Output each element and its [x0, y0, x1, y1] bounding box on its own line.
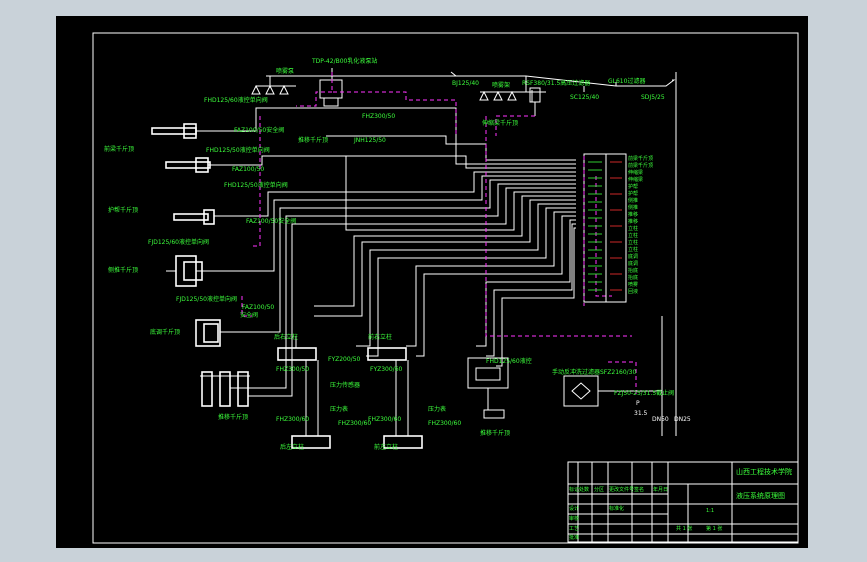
tb-cell: 工艺 — [569, 526, 580, 532]
manifold-label: 推移 — [628, 219, 639, 225]
label-pipe-v1: FYZ200/50 — [328, 356, 361, 363]
label-check-1: 压力表 — [330, 406, 349, 413]
label-valve-b: SC125/40 — [570, 94, 600, 101]
label-layer: .t { position:absolute; font-size:6px; c… — [56, 16, 808, 548]
label-v-bl: FHZ300/60 — [276, 416, 310, 423]
tb-cell: 标准化 — [609, 506, 625, 512]
label-v-br: FHZ300/60 — [368, 416, 402, 423]
manifold-label: 护帮 — [628, 184, 639, 190]
label-jack-balance: 侧推千斤顶 — [108, 267, 139, 274]
label-safe-mid2: FAZ100/50 — [232, 166, 265, 173]
manifold-label: 立柱 — [628, 233, 639, 239]
label-valve-a: BJ125/40 — [452, 80, 479, 87]
tb-cell: 更改文件号 — [609, 487, 635, 493]
label-jack-push: 推移千斤顶 — [480, 430, 511, 437]
label-jack-raise: 前梁千斤顶 — [104, 146, 135, 153]
label-small4: FHZ300/60 — [428, 420, 462, 427]
label-rv-left: FJD125/60液控单向阀 — [148, 239, 209, 246]
label-safe-mid: JNH125/50 — [354, 137, 386, 144]
label-jack-fpu: 推移千斤顶 — [298, 137, 329, 144]
manifold-label: 侧推 — [628, 198, 639, 204]
tb-cell: 分区 — [594, 487, 605, 493]
manifold-label: 侧推 — [628, 205, 639, 211]
label-filter: RSF380/31.5高压过滤器 — [522, 80, 591, 87]
label-safe-mid3: FAZ100/50安全阀 — [246, 218, 297, 225]
label-col-bl: 后左立柱 — [280, 444, 305, 451]
manifold-label: 抬底 — [628, 275, 639, 281]
tb-cell: 签名 — [634, 487, 645, 493]
manifold-label: 推移 — [628, 212, 639, 218]
manifold-label: 立柱 — [628, 240, 639, 246]
manifold-label: 回液 — [628, 289, 639, 295]
label-valve-d: SDJ5/25 — [641, 94, 665, 101]
manifold-label: 立柱 — [628, 247, 639, 253]
tb-cell: 标记 — [569, 487, 580, 493]
cad-canvas: .t { position:absolute; font-size:6px; c… — [56, 16, 808, 548]
label-jack-side: 伸缩梁千斤顶 — [482, 120, 519, 127]
label-p2: 31.5 — [634, 410, 648, 417]
title-drawing-name: 液压系统原理图 — [736, 492, 785, 500]
title-scale: 1:1 — [706, 508, 715, 514]
label-check-2: 压力表 — [428, 406, 447, 413]
manifold-label: 前梁千斤顶 — [628, 163, 654, 169]
manifold-label: 抬底 — [628, 268, 639, 274]
label-manual-note: 手动反冲洗过滤器SFZ2160/30 — [552, 369, 637, 376]
title-sheet: 共 1 张 — [676, 526, 693, 532]
label-jack-leg: 推移千斤顶 — [218, 414, 249, 421]
manifold-label: 伸缩梁 — [628, 177, 644, 183]
manifold-label: 底调 — [628, 261, 639, 267]
label-rv-low: FJD125/50液控单向阀 — [176, 296, 237, 303]
label-unit-right: GL610过滤器 — [608, 78, 646, 85]
label-front-col-r: 前右立柱 — [368, 334, 393, 341]
label-jack-protect: 护帮千斤顶 — [108, 207, 139, 214]
label-p1: P — [636, 400, 640, 407]
label-fhj-mid: FHZ300/50 — [362, 113, 396, 120]
label-relief-1: FHD125/50液控单向阀 — [224, 182, 288, 189]
manifold-label: 前梁千斤顶 — [628, 156, 654, 162]
label-pipe-v2: FYZ300/60 — [370, 366, 403, 373]
tb-cell: 设计 — [569, 506, 580, 512]
label-dn-right: DN25 — [674, 416, 691, 423]
manifold-label: 喷雾 — [628, 282, 639, 288]
label-dn-left: DN50 — [652, 416, 669, 423]
label-safe-word: 安全阀 — [240, 312, 259, 319]
label-rv-mid: FHD125/50液控单向阀 — [206, 147, 270, 154]
manifold-label: 底调 — [628, 254, 639, 260]
label-rv-top: FHD125/60液控单向阀 — [204, 97, 268, 104]
label-small1: FHZ300/50 — [276, 366, 310, 373]
label-box-valve: FHD125/60液控 — [486, 358, 532, 365]
tb-cell: 年月日 — [653, 487, 669, 493]
manifold-label: 伸缩梁 — [628, 170, 644, 176]
manifold-label: 护帮 — [628, 191, 639, 197]
label-col-br: 前左立柱 — [374, 444, 399, 451]
label-manual-v: FZJ50-25/31.5截止阀 — [614, 390, 675, 397]
tb-cell: 处数 — [579, 487, 590, 493]
label-pres-1: 压力传感器 — [330, 382, 361, 389]
label-small3: FHZ300/60 — [338, 420, 372, 427]
label-front-col-l: 后右立柱 — [274, 334, 299, 341]
label-safe-top: FAZ100/50安全阀 — [234, 127, 285, 134]
label-jack-bottom: 底调千斤顶 — [150, 329, 181, 336]
manifold-label: 立柱 — [628, 226, 639, 232]
label-pump-unit: TDP-42/B00乳化液泵站 — [312, 58, 378, 65]
label-watering-pump: 喷雾泵 — [276, 68, 295, 75]
label-safe-low: FAZ100/50 — [242, 304, 275, 311]
tb-cell: 审核 — [569, 516, 580, 522]
tb-cell: 批准 — [569, 535, 580, 541]
title-school: 山西工程技术学院 — [736, 468, 792, 476]
label-nozzle-set: 喷雾架 — [492, 82, 511, 89]
title-sheet-no: 第 1 张 — [706, 526, 723, 532]
